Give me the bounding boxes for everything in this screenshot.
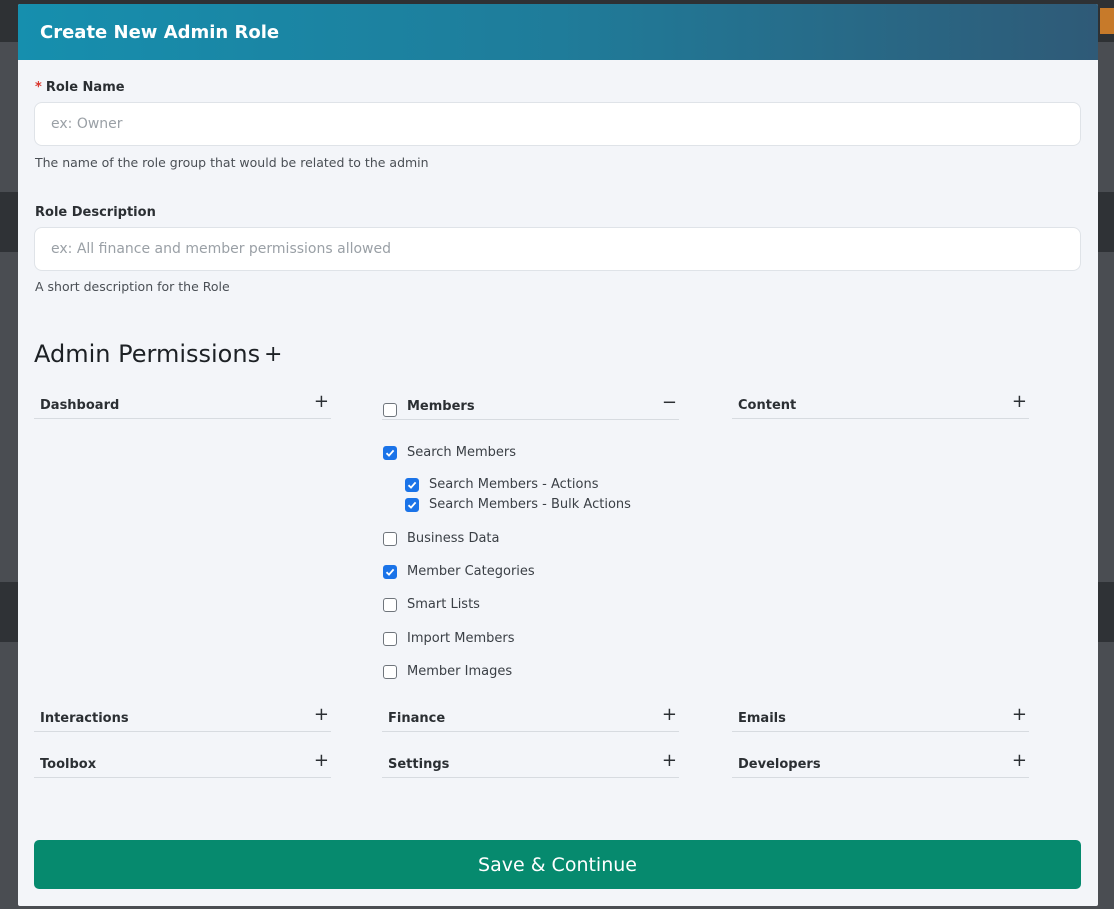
expand-icon[interactable]: +: [1012, 706, 1027, 724]
role-description-label: Role Description: [35, 205, 156, 220]
section-label: Settings: [388, 757, 450, 772]
expand-icon[interactable]: +: [1012, 752, 1027, 770]
section-label: Finance: [388, 711, 446, 726]
member-images-checkbox[interactable]: [383, 665, 397, 679]
section-label: Developers: [738, 757, 821, 772]
required-marker: *: [35, 80, 42, 95]
members-checkbox[interactable]: [383, 403, 397, 417]
expand-icon[interactable]: +: [662, 706, 677, 724]
section-finance[interactable]: Finance +: [382, 706, 679, 732]
permission-item-label: Search Members - Bulk Actions: [429, 497, 631, 512]
role-name-input[interactable]: [34, 102, 1081, 146]
section-label: Members: [407, 399, 475, 414]
section-toolbox[interactable]: Toolbox +: [34, 752, 331, 778]
section-label: Emails: [738, 711, 786, 726]
admin-permissions-heading: Admin Permissions: [34, 340, 261, 368]
business-data-checkbox[interactable]: [383, 532, 397, 546]
section-members[interactable]: Members −: [382, 394, 679, 420]
expand-icon[interactable]: +: [314, 393, 329, 411]
permission-item-label: Business Data: [407, 531, 500, 546]
modal-header: Create New Admin Role: [18, 4, 1098, 60]
search-members-checkbox[interactable]: [383, 446, 397, 460]
collapse-icon[interactable]: −: [662, 394, 677, 412]
save-continue-button[interactable]: Save & Continue: [34, 840, 1081, 889]
permission-item-label: Import Members: [407, 631, 515, 646]
import-members-checkbox[interactable]: [383, 632, 397, 646]
expand-icon[interactable]: +: [314, 706, 329, 724]
background-accent: [1100, 8, 1114, 34]
search-members-bulk-actions-checkbox[interactable]: [405, 498, 419, 512]
expand-icon[interactable]: +: [314, 752, 329, 770]
permission-item-label: Member Images: [407, 664, 513, 679]
create-admin-role-modal: Create New Admin Role *Role Name The nam…: [18, 4, 1098, 906]
section-label: Dashboard: [40, 398, 120, 413]
role-description-hint: A short description for the Role: [35, 279, 230, 294]
add-permission-button[interactable]: +: [264, 342, 282, 367]
role-name-label: * Role Name: [35, 80, 125, 95]
permission-item-label: Search Members: [407, 445, 517, 460]
section-interactions[interactable]: Interactions +: [34, 706, 331, 732]
section-emails[interactable]: Emails +: [732, 706, 1029, 732]
section-developers[interactable]: Developers +: [732, 752, 1029, 778]
section-label: Toolbox: [40, 757, 97, 772]
section-dashboard[interactable]: Dashboard +: [34, 393, 331, 419]
role-description-input[interactable]: [34, 227, 1081, 271]
section-label: Content: [738, 398, 797, 413]
permission-item-label: Member Categories: [407, 564, 535, 579]
permission-item-label: Search Members - Actions: [429, 477, 599, 492]
smart-lists-checkbox[interactable]: [383, 598, 397, 612]
expand-icon[interactable]: +: [662, 752, 677, 770]
member-categories-checkbox[interactable]: [383, 565, 397, 579]
role-name-hint: The name of the role group that would be…: [35, 155, 429, 170]
expand-icon[interactable]: +: [1012, 393, 1027, 411]
permission-item-label: Smart Lists: [407, 597, 480, 612]
search-members-actions-checkbox[interactable]: [405, 478, 419, 492]
modal-title: Create New Admin Role: [40, 21, 280, 43]
section-label: Interactions: [40, 711, 129, 726]
section-content[interactable]: Content +: [732, 393, 1029, 419]
role-name-label-text: Role Name: [45, 80, 125, 95]
section-settings[interactable]: Settings +: [382, 752, 679, 778]
